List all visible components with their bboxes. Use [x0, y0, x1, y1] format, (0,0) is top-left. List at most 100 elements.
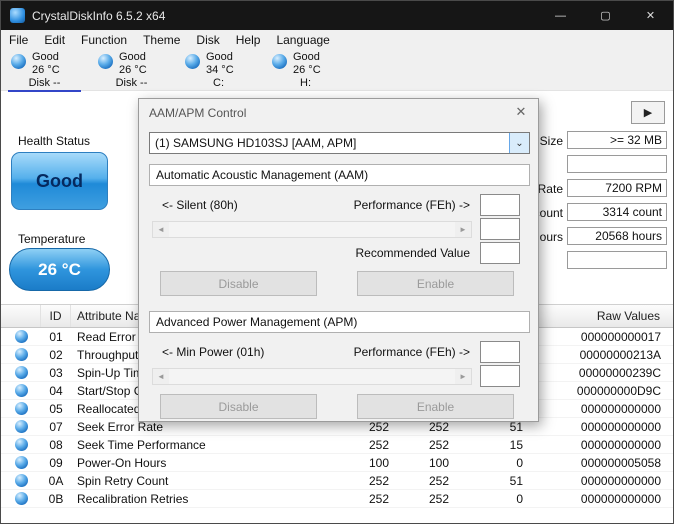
dialog-close-icon[interactable]: ✕: [512, 104, 530, 120]
attribute-current: 252: [368, 473, 389, 488]
drive-info-label: Size: [539, 134, 563, 148]
attribute-name: Spin Retry Count: [77, 473, 169, 488]
menu-item[interactable]: Theme: [135, 33, 188, 47]
attribute-raw-value: 00000000239C: [578, 365, 661, 380]
disk-entry-top: Good 34 °C: [175, 51, 262, 77]
disk-status-orb-icon: [272, 54, 287, 69]
disk-temperature: 26 °C: [32, 64, 60, 76]
chevron-down-icon[interactable]: ⌄: [509, 133, 529, 153]
attribute-raw-value: 000000000000: [580, 419, 661, 434]
maximize-button[interactable]: ▢: [583, 1, 628, 30]
window-title: CrystalDiskInfo 6.5.2 x64: [32, 8, 166, 23]
drive-info-value: 7200 RPM: [567, 179, 667, 197]
apm-enable-button[interactable]: Enable: [357, 394, 514, 419]
app-icon: [10, 8, 25, 23]
aam-slider[interactable]: ◄ ►: [152, 221, 472, 238]
disk-status-orb-icon: [185, 54, 200, 69]
table-row[interactable]: 0A Spin Retry Count 252 252 51 000000000…: [1, 472, 673, 490]
header-id: ID: [41, 305, 71, 327]
disk-entry[interactable]: Good 26 °C Disk --: [88, 49, 175, 90]
drive-info-value: [567, 251, 667, 269]
attribute-status-orb-icon: [14, 456, 28, 469]
disk-entry-top: Good 26 °C: [262, 51, 349, 77]
menu-item[interactable]: File: [1, 33, 36, 47]
attribute-status-orb-icon: [14, 402, 28, 415]
attribute-raw-value: 000000000000: [580, 491, 661, 506]
health-status-badge[interactable]: Good: [11, 152, 108, 210]
attribute-threshold: 0: [516, 491, 523, 506]
disk-entry[interactable]: Good 26 °C H:: [262, 49, 349, 90]
aam-apm-dialog: AAM/APM Control ✕ (1) SAMSUNG HD103SJ [A…: [138, 98, 539, 422]
table-row[interactable]: 09 Power-On Hours 100 100 0 000000005058: [1, 454, 673, 472]
menu-item[interactable]: Edit: [36, 33, 73, 47]
disk-health-status: Good: [32, 51, 59, 63]
disk-health-status: Good: [206, 51, 233, 63]
menu-bar: File Edit Function Theme Disk Help Langu…: [1, 30, 673, 49]
attribute-id: 05: [49, 401, 63, 416]
disk-entry-top: Good 26 °C: [1, 51, 88, 77]
menu-item[interactable]: Disk: [188, 33, 227, 47]
disk-label: Disk --: [115, 77, 148, 89]
disk-temperature: 34 °C: [206, 64, 234, 76]
attribute-raw-value: 000000000017: [580, 329, 661, 344]
attribute-status-orb-icon: [14, 474, 28, 487]
scroll-right-icon[interactable]: ►: [455, 222, 471, 237]
attribute-worst: 252: [428, 437, 449, 452]
attribute-id: 02: [49, 347, 63, 362]
aam-group-title: Automatic Acoustic Management (AAM): [149, 164, 530, 186]
attribute-status-orb-icon: [14, 438, 28, 451]
scroll-right-icon[interactable]: ►: [455, 369, 471, 384]
disk-health-status: Good: [293, 51, 320, 63]
disk-temperature: 26 °C: [119, 64, 147, 76]
close-button[interactable]: ✕: [628, 1, 673, 30]
apm-slider-value-field[interactable]: [480, 365, 520, 387]
aam-disable-button[interactable]: Disable: [160, 271, 317, 296]
aam-min-label: <- Silent (80h): [162, 198, 238, 212]
attribute-threshold: 15: [509, 437, 523, 452]
aam-enable-button[interactable]: Enable: [357, 271, 514, 296]
titlebar[interactable]: CrystalDiskInfo 6.5.2 x64 — ▢ ✕: [1, 1, 673, 30]
attribute-raw-value: 000000000D9C: [576, 383, 661, 398]
aam-slider-track[interactable]: [169, 222, 455, 237]
apm-disable-button[interactable]: Disable: [160, 394, 317, 419]
attribute-id: 0A: [48, 473, 64, 488]
health-status-label: Health Status: [18, 134, 91, 148]
attribute-name: Power-On Hours: [77, 455, 167, 470]
attribute-id: 07: [49, 419, 63, 434]
dialog-title: AAM/APM Control: [149, 106, 247, 120]
disk-status-orb-icon: [98, 54, 113, 69]
table-row[interactable]: 0B Recalibration Retries 252 252 0 00000…: [1, 490, 673, 508]
attribute-id: 03: [49, 365, 63, 380]
aam-slider-value-field[interactable]: [480, 218, 520, 240]
apm-slider-track[interactable]: [169, 369, 455, 384]
disk-entry[interactable]: Good 26 °C Disk --: [1, 49, 88, 92]
drive-info-value: >= 32 MB: [567, 131, 667, 149]
attribute-status-orb-icon: [14, 420, 28, 433]
attribute-threshold: 51: [509, 473, 523, 488]
apm-value-field[interactable]: [480, 341, 520, 363]
attribute-id: 0B: [48, 491, 64, 506]
table-row[interactable]: 08 Seek Time Performance 252 252 15 0000…: [1, 436, 673, 454]
temperature-label: Temperature: [18, 232, 86, 246]
menu-item[interactable]: Function: [73, 33, 135, 47]
drive-info-value: 3314 count: [567, 203, 667, 221]
menu-item[interactable]: Help: [228, 33, 269, 47]
apm-group-title: Advanced Power Management (APM): [149, 311, 530, 333]
disk-entry[interactable]: Good 34 °C C:: [175, 49, 262, 90]
minimize-button[interactable]: —: [538, 1, 583, 30]
scroll-left-icon[interactable]: ◄: [153, 369, 169, 384]
drive-info-label: Rate: [537, 182, 563, 196]
aam-recommended-field[interactable]: [480, 242, 520, 264]
drive-info-value: 20568 hours: [567, 227, 667, 245]
scroll-left-icon[interactable]: ◄: [153, 222, 169, 237]
attribute-id: 04: [49, 383, 63, 398]
next-disk-button[interactable]: ▶: [631, 101, 665, 124]
device-select[interactable]: (1) SAMSUNG HD103SJ [AAM, APM] ⌄: [149, 132, 530, 154]
menu-item[interactable]: Language: [268, 33, 337, 47]
temperature-badge: 26 °C: [9, 248, 110, 291]
apm-slider[interactable]: ◄ ►: [152, 368, 472, 385]
disk-entry-top: Good 26 °C: [88, 51, 175, 77]
attribute-worst: 100: [428, 455, 449, 470]
aam-value-field[interactable]: [480, 194, 520, 216]
crystaldiskinfo-window: CrystalDiskInfo 6.5.2 x64 — ▢ ✕ File Edi…: [0, 0, 674, 524]
